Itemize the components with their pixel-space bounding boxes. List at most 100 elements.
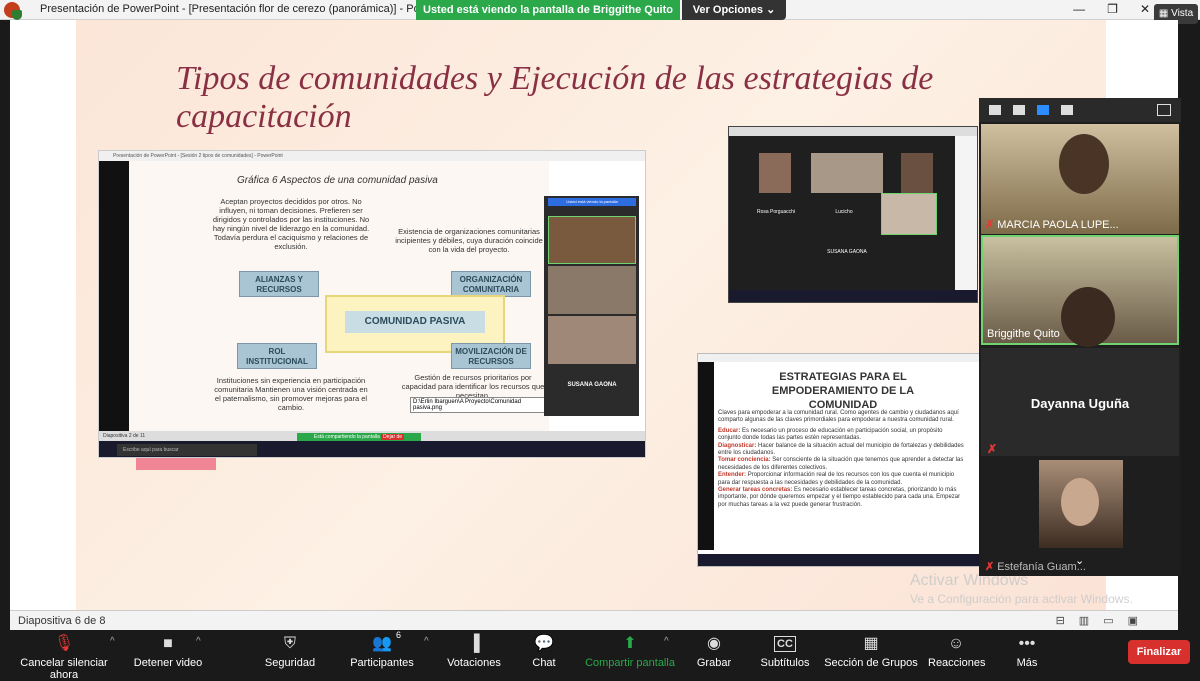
- strategy-text: Proporcionar información real de los rec…: [718, 472, 955, 486]
- share-arrow-icon: ⬆: [623, 635, 637, 652]
- ppt-status-bar: Diapositiva 6 de 8 ⊟ ▥ ▭ ▣: [10, 610, 1178, 630]
- meeting-toolbar: 🎙 Cancelar silenciar ahora ^ ■ Detener v…: [0, 630, 1200, 681]
- video-tile[interactable]: ✗ MARCIA PAOLA LUPE...: [981, 124, 1179, 234]
- inner-video-tile: [759, 153, 791, 193]
- inner-text-bottom-right: Gestión de recursos prioritarios por cap…: [401, 373, 545, 400]
- inner-participant-name: Lucicho: [835, 209, 853, 215]
- stop-video-button[interactable]: ■ Detener video: [132, 634, 204, 669]
- strategy-text: Es necesario un proceso de educación en …: [718, 427, 943, 442]
- inner-heading: Gráfica 6 Aspectos de una comunidad pasi…: [237, 175, 438, 186]
- inner-taskbar: Escribe aquí para buscar: [99, 441, 645, 457]
- inner-window-title: Presentación de PowerPoint - [Sesión 2 t…: [99, 151, 645, 161]
- minimize-video-icon[interactable]: [989, 105, 1001, 115]
- filmstrip-icon[interactable]: [1013, 105, 1025, 115]
- record-label: Grabar: [696, 657, 732, 669]
- more-label: Más: [1016, 657, 1038, 669]
- mic-muted-icon: ✗: [987, 442, 998, 456]
- mic-muted-icon: 🎙: [53, 635, 75, 652]
- bar-chart-icon: ▐: [468, 635, 480, 652]
- notes-icon[interactable]: ⊟: [1056, 614, 1065, 627]
- inner-text-bottom-left: Instituciones sin experiencia en partici…: [214, 376, 368, 412]
- slide-title: Tipos de comunidades y Ejecución de las …: [176, 60, 934, 135]
- participant-gallery: ✗ MARCIA PAOLA LUPE... Briggithe Quito Da…: [979, 98, 1181, 576]
- gallery-view-icon[interactable]: [1061, 105, 1073, 115]
- center-label: COMUNIDAD PASIVA: [345, 311, 485, 333]
- box-movilizacion: MOVILIZACIÓN DE RECURSOS: [451, 343, 531, 369]
- inner-window-bar: [698, 354, 980, 362]
- chevron-down-icon[interactable]: ⌄: [1075, 554, 1084, 567]
- file-tooltip: D:\Erlin Ibarguen\A Proyecto\Comunidad p…: [410, 397, 549, 413]
- popout-icon[interactable]: [1157, 104, 1171, 116]
- inner-video-tile: [901, 153, 933, 193]
- grid-icon[interactable]: ▥: [1079, 614, 1089, 627]
- strategy-label: Entender:: [718, 472, 747, 479]
- strategy-label: Educar:: [718, 427, 741, 434]
- strategy-item: Generar tareas concretas: Es necesario e…: [718, 487, 966, 509]
- zoom-gallery-screenshot: Rosa Porguacchi Lucicho SUSANA GAONA: [728, 126, 978, 303]
- reactions-button[interactable]: ☺ Reacciones: [928, 634, 985, 669]
- inner-share-label: Está compartiendo la pantalla: [313, 434, 380, 440]
- chevron-up-icon[interactable]: ^: [110, 636, 115, 647]
- slide-counter: Diapositiva 6 de 8: [18, 615, 106, 627]
- inner-text-top-right: Existencia de organizaciones comunitaria…: [395, 227, 543, 254]
- restore-button[interactable]: ❐: [1107, 2, 1118, 16]
- polls-label: Votaciones: [447, 657, 501, 669]
- share-screen-button[interactable]: ⬆ Compartir pantalla: [584, 634, 676, 669]
- video-camera-icon: ■: [163, 635, 173, 652]
- box-rol: ROL INSTITUCIONAL: [237, 343, 317, 369]
- video-tile-no-video[interactable]: Dayanna Uguña ✗: [981, 348, 1179, 456]
- mic-muted-icon: ✗: [985, 561, 995, 573]
- inner-participant-name: Rosa Porguacchi: [756, 209, 796, 215]
- slide-image-comunidad-pasiva: Presentación de PowerPoint - [Sesión 2 t…: [98, 150, 646, 458]
- more-button[interactable]: ••• Más: [1010, 634, 1044, 669]
- speaker-view-icon[interactable]: [1037, 105, 1049, 115]
- participants-button[interactable]: 👥 Participantes: [350, 634, 414, 669]
- close-button[interactable]: ✕: [1140, 2, 1150, 16]
- video-tile[interactable]: ✗ Estefanía Guam... ⌄: [981, 458, 1179, 576]
- breakout-rooms-icon: ▦: [863, 635, 879, 652]
- strategy-item: Entender: Proporcionar información real …: [718, 472, 966, 487]
- participant-face: [1059, 134, 1109, 194]
- chevron-up-icon[interactable]: ^: [424, 636, 429, 647]
- participant-name: MARCIA PAOLA LUPE...: [997, 219, 1119, 231]
- inner-video-tile: [881, 193, 937, 235]
- chevron-up-icon[interactable]: ^: [664, 636, 669, 647]
- participants-icon: 👥: [372, 635, 392, 652]
- box-organizacion: ORGANIZACIÓN COMUNITARIA: [451, 271, 531, 297]
- unmute-button[interactable]: 🎙 Cancelar silenciar ahora: [8, 634, 120, 681]
- breakout-rooms-button[interactable]: ▦ Sección de Grupos: [824, 634, 918, 669]
- record-button[interactable]: ◉ Grabar: [694, 634, 734, 669]
- view-options-button[interactable]: Ver Opciones ⌄: [682, 0, 786, 20]
- participant-video: [1039, 460, 1123, 548]
- activation-subtitle: Ve a Configuración para activar Windows.: [910, 592, 1133, 606]
- inner-taskbar: [729, 290, 977, 302]
- end-meeting-button[interactable]: Finalizar: [1128, 640, 1190, 664]
- share-banner: Usted está viendo la pantalla de Briggit…: [416, 0, 680, 20]
- participant-name: Dayanna Uguña: [1030, 396, 1130, 411]
- slideshow-icon[interactable]: ▣: [1128, 614, 1138, 627]
- subtitles-label: Subtítulos: [760, 657, 810, 669]
- inner-text-top-left: Aceptan proyectos decididos por otros. N…: [212, 197, 370, 251]
- box-alianzas: ALIANZAS Y RECURSOS: [239, 271, 319, 297]
- chevron-up-icon[interactable]: ^: [196, 636, 201, 647]
- inner-share-status: Está compartiendo la pantalla Dejar de: [297, 433, 421, 441]
- strategy-item: Tomar conciencia: Ser consciente de la s…: [718, 457, 966, 472]
- participants-count: 6: [396, 630, 402, 640]
- participant-name-label: ✗ Estefanía Guam...: [985, 560, 1086, 573]
- unmute-label: Cancelar silenciar ahora: [20, 657, 108, 681]
- shield-icon: [12, 10, 22, 20]
- strategy-label: Diagnosticar:: [718, 442, 757, 449]
- inner-video-tile: [548, 216, 636, 264]
- video-tile-active-speaker[interactable]: Briggithe Quito: [981, 235, 1179, 347]
- minimize-button[interactable]: —: [1073, 2, 1085, 16]
- reading-icon[interactable]: ▭: [1103, 614, 1113, 627]
- inner-video-tile: [548, 316, 636, 364]
- subtitles-button[interactable]: CC Subtítulos: [758, 634, 812, 669]
- inner-zoom-gallery: Usted está viendo la pantalla SUSANA GAO…: [544, 196, 639, 416]
- polls-button[interactable]: ▐ Votaciones: [446, 634, 502, 669]
- inner-stop-label: Dejar de: [381, 434, 405, 440]
- chat-button[interactable]: 💬 Chat: [526, 634, 562, 669]
- inner-taskbar: [698, 554, 980, 566]
- chat-icon: 💬: [534, 635, 554, 652]
- security-button[interactable]: ⛨ Seguridad: [262, 634, 318, 669]
